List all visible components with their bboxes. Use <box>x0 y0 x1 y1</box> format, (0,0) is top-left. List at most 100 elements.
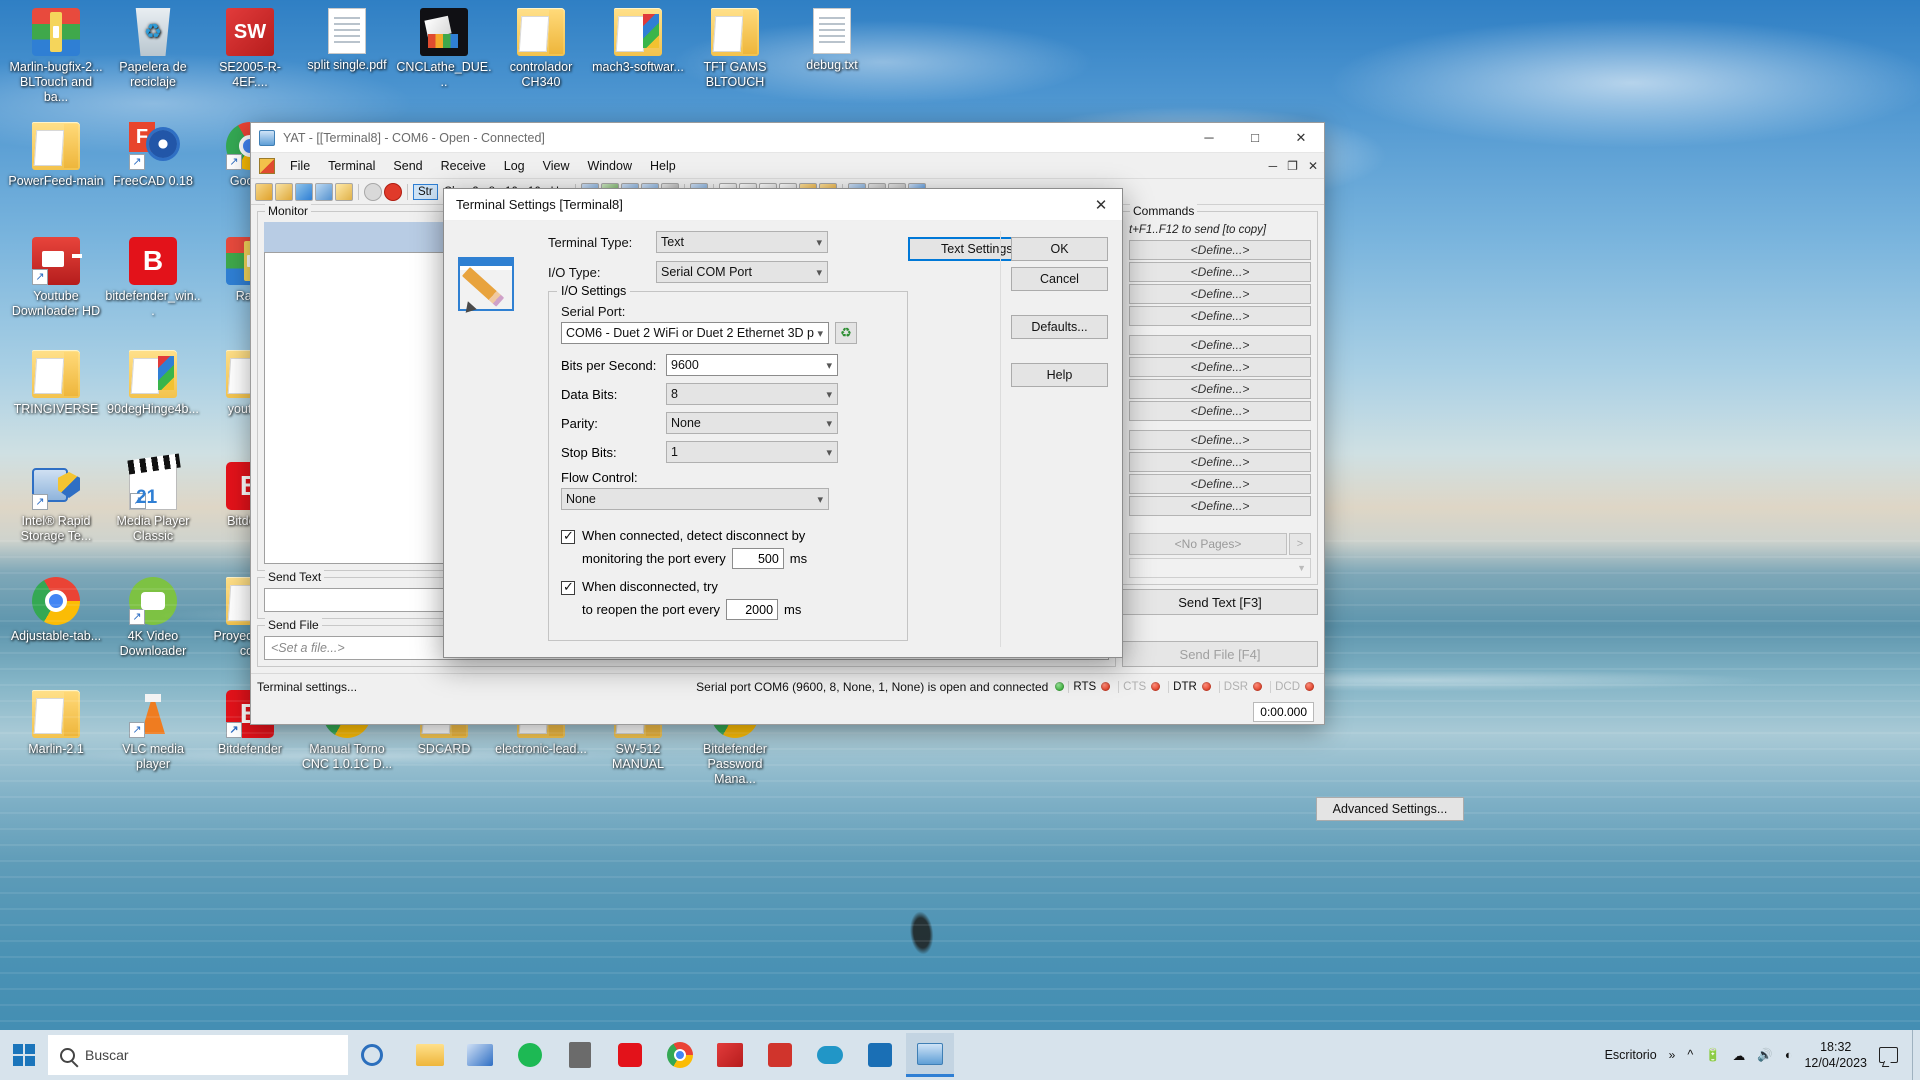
save-all-icon[interactable] <box>315 182 333 201</box>
define-button[interactable]: <Define...> <box>1129 284 1311 304</box>
ok-button[interactable]: OK <box>1011 237 1108 261</box>
define-button[interactable]: <Define...> <box>1129 306 1311 326</box>
reopen-interval-input[interactable]: 2000 <box>726 599 779 620</box>
desktop-icon[interactable]: 90degHinge4b... <box>105 350 201 417</box>
menu-help[interactable]: Help <box>641 155 685 177</box>
maximize-button[interactable]: □ <box>1232 123 1278 153</box>
refresh-ports-button[interactable]: ♻ <box>835 322 857 344</box>
define-button[interactable]: <Define...> <box>1129 379 1311 399</box>
desktop-icon[interactable]: debug.txt <box>784 8 880 73</box>
desktop-icon[interactable]: TFT GAMS BLTOUCH <box>687 8 783 90</box>
taskbar-eagle[interactable] <box>806 1033 854 1077</box>
chevron-up-icon[interactable]: ^ <box>1687 1048 1693 1062</box>
taskbar-spotify[interactable] <box>506 1033 554 1077</box>
detect-disconnect-checkbox[interactable] <box>561 528 575 544</box>
menu-send[interactable]: Send <box>384 155 431 177</box>
menu-file[interactable]: File <box>281 155 319 177</box>
wifi-icon[interactable]: ◐ <box>1785 1048 1793 1062</box>
taskbar-chrome[interactable] <box>656 1033 704 1077</box>
menu-receive[interactable]: Receive <box>432 155 495 177</box>
volume-icon[interactable]: 🔊 <box>1757 1048 1773 1063</box>
define-button[interactable]: <Define...> <box>1129 357 1311 377</box>
flow-control-select[interactable]: None ▾ <box>561 488 829 510</box>
mdi-restore-button[interactable]: ❐ <box>1287 159 1298 173</box>
dialog-close-icon[interactable]: ✕ <box>1080 189 1122 221</box>
terminal-settings-icon[interactable] <box>335 182 353 201</box>
desktop-icon[interactable]: Marlin-bugfix-2... BLTouch and ba... <box>8 8 104 105</box>
send-text-button[interactable]: Send Text [F3] <box>1122 589 1318 615</box>
desktop-icon[interactable]: PowerFeed-main <box>8 122 104 189</box>
desktop-icon[interactable]: Youtube Downloader HD <box>8 237 104 319</box>
start-button[interactable] <box>0 1030 48 1080</box>
defaults-button[interactable]: Defaults... <box>1011 315 1108 339</box>
battery-icon[interactable]: 🔋 <box>1705 1048 1721 1063</box>
notifications-icon[interactable] <box>1879 1047 1898 1063</box>
desktop-icon[interactable]: TRINGIVERSE <box>8 350 104 417</box>
define-button[interactable]: <Define...> <box>1129 430 1311 450</box>
taskbar-bitdefender[interactable] <box>606 1033 654 1077</box>
taskbar-file-explorer[interactable] <box>406 1033 454 1077</box>
desktop-icon[interactable]: CNCLathe_DUE... <box>396 8 492 90</box>
define-button[interactable]: <Define...> <box>1129 474 1311 494</box>
search-box[interactable]: Buscar <box>48 1035 348 1075</box>
minimize-button[interactable]: ─ <box>1186 123 1232 153</box>
pages-next-button[interactable]: > <box>1289 533 1311 555</box>
define-button[interactable]: <Define...> <box>1129 335 1311 355</box>
new-terminal-icon[interactable] <box>255 182 273 201</box>
taskbar-solidworks[interactable] <box>706 1033 754 1077</box>
taskbar-outlook[interactable] <box>456 1033 504 1077</box>
show-desktop-label[interactable]: Escritorio <box>1605 1048 1657 1062</box>
desktop-icon[interactable]: mach3-softwar... <box>590 8 686 75</box>
define-button[interactable]: <Define...> <box>1129 240 1311 260</box>
desktop-icon[interactable]: controlador CH340 <box>493 8 589 90</box>
detect-disconnect-checkbox-row[interactable]: When connected, detect disconnect by <box>561 528 897 544</box>
io-type-select[interactable]: Serial COM Port ▾ <box>656 261 828 283</box>
define-button[interactable]: <Define...> <box>1129 262 1311 282</box>
cortana-button[interactable] <box>348 1030 396 1080</box>
desktop-icon[interactable]: Media Player Classic <box>105 462 201 544</box>
stop-bits-select[interactable]: 1 ▾ <box>666 441 838 463</box>
disconnect-icon[interactable] <box>384 182 402 201</box>
reopen-checkbox-row[interactable]: When disconnected, try <box>561 579 897 595</box>
bits-per-second-select[interactable]: 9600 ▾ <box>666 354 838 376</box>
taskbar-pdf-reader[interactable] <box>756 1033 804 1077</box>
menu-view[interactable]: View <box>534 155 579 177</box>
desktop-icon[interactable]: 4K Video Downloader <box>105 577 201 659</box>
serial-port-select[interactable]: COM6 - Duet 2 WiFi or Duet 2 Ethernet 3D… <box>561 322 829 344</box>
desktop-icon[interactable]: Adjustable-tab... <box>8 577 104 644</box>
stop-icon[interactable] <box>364 182 382 201</box>
taskbar-calculator[interactable] <box>556 1033 604 1077</box>
mdi-minimize-button[interactable]: ─ <box>1269 159 1278 173</box>
parity-select[interactable]: None ▾ <box>666 412 838 434</box>
desktop-icon[interactable]: bitdefender_win... <box>105 237 201 319</box>
taskbar-cura[interactable] <box>856 1033 904 1077</box>
desktop-icon[interactable]: split single.pdf <box>299 8 395 73</box>
menu-log[interactable]: Log <box>495 155 534 177</box>
show-desktop-button[interactable] <box>1912 1030 1920 1080</box>
page-select-combo[interactable]: ▼ <box>1129 558 1311 578</box>
desktop-icon[interactable]: Papelera de reciclaje <box>105 8 201 90</box>
radix-str-button[interactable]: Str <box>413 183 438 200</box>
open-terminal-icon[interactable] <box>275 182 293 201</box>
menu-terminal[interactable]: Terminal <box>319 155 384 177</box>
help-button[interactable]: Help <box>1011 363 1108 387</box>
data-bits-select[interactable]: 8 ▾ <box>666 383 838 405</box>
desktop-icon[interactable]: VLC media player <box>105 690 201 772</box>
monitor-interval-input[interactable]: 500 <box>731 548 784 569</box>
desktop-icon[interactable]: SE2005-R-4EF.... <box>202 8 298 90</box>
define-button[interactable]: <Define...> <box>1129 496 1311 516</box>
onedrive-icon[interactable]: ☁ <box>1733 1048 1746 1063</box>
desktop-icon[interactable]: Intel® Rapid Storage Te... <box>8 462 104 544</box>
desktop-icon[interactable]: Marlin-2.1 <box>8 690 104 757</box>
cancel-button[interactable]: Cancel <box>1011 267 1108 291</box>
define-button[interactable]: <Define...> <box>1129 452 1311 472</box>
reopen-port-checkbox[interactable] <box>561 579 575 595</box>
define-button[interactable]: <Define...> <box>1129 401 1311 421</box>
mdi-close-button[interactable]: ✕ <box>1308 159 1318 173</box>
menu-window[interactable]: Window <box>579 155 641 177</box>
taskbar-clock[interactable]: 18:32 12/04/2023 <box>1804 1039 1867 1071</box>
taskbar-yat[interactable] <box>906 1033 954 1077</box>
advanced-settings-button[interactable]: Advanced Settings... <box>1316 797 1464 821</box>
tray-overflow-icon[interactable]: » <box>1669 1048 1676 1062</box>
close-button[interactable]: ✕ <box>1278 123 1324 153</box>
